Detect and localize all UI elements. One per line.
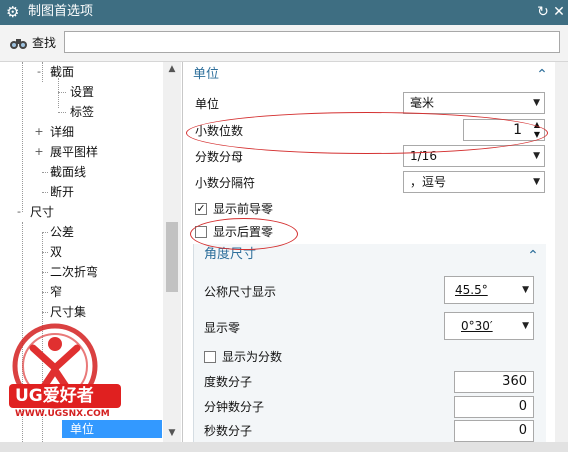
tree-guide-line — [42, 312, 48, 313]
minute-denominator-label: 分钟数分子 — [204, 400, 265, 414]
find-input[interactable] — [64, 31, 560, 53]
tree-item-second-bend[interactable]: 二次折弯 — [50, 262, 98, 282]
tree-item-label: 双 — [50, 245, 63, 259]
decimal-places-highlight — [186, 112, 548, 154]
panel-scrollbar[interactable] — [555, 62, 568, 442]
tree-item-section-line[interactable]: 截面线 — [50, 162, 86, 182]
second-denominator-field[interactable]: 0 — [454, 420, 534, 442]
find-label: 查找 — [32, 36, 57, 50]
title-bar: ⚙ 制图首选项 ↻ ✕ — [0, 0, 568, 25]
expand-icon[interactable]: + — [34, 126, 44, 137]
find-bar: 查找 — [0, 25, 568, 62]
tree-guide-line — [42, 272, 48, 273]
tree-item-dual[interactable]: 双 — [50, 242, 62, 262]
second-denominator-label: 秒数分子 — [204, 424, 253, 438]
tree-item-label: 尺寸集 — [50, 305, 87, 319]
tree-item-label: 设置 — [70, 85, 95, 99]
minute-denominator-field[interactable]: 0 — [454, 396, 534, 418]
scroll-up-icon[interactable]: ▲ — [163, 62, 181, 76]
decimal-separator-dropdown[interactable]: ，逗号 ▼ — [403, 171, 545, 193]
tree-guide-line — [42, 252, 48, 253]
unit-label: 单位 — [195, 97, 220, 111]
show-zero-label: 显示零 — [204, 321, 241, 335]
leading-zero-label: 显示前导零 — [213, 202, 274, 216]
decimal-separator-value: ，逗号 — [410, 175, 447, 189]
leading-zero-checkbox[interactable]: ✓ — [195, 203, 207, 215]
chevron-down-icon: ▼ — [522, 321, 529, 331]
tree-item-narrow[interactable]: 窄 — [50, 282, 62, 302]
trailing-zero-highlight — [190, 218, 298, 250]
tree-guide-line — [58, 112, 66, 113]
tree-item-label: 标签 — [70, 105, 95, 119]
unit-value: 毫米 — [410, 96, 435, 110]
tree-item-label: 公差 — [50, 225, 75, 239]
chevron-down-icon: ▼ — [533, 98, 540, 108]
chevron-down-icon: ▼ — [533, 151, 540, 161]
tree-guide-line — [58, 92, 66, 93]
collapse-caret-icon[interactable]: ⌃ — [535, 68, 549, 82]
ugsnx-watermark: UG爱好者 WWW.UGSNX.COM — [3, 320, 125, 428]
tree-guide-line — [42, 172, 48, 173]
tree-item-settings[interactable]: 设置 — [70, 82, 94, 102]
tree-item-label: 二次折弯 — [50, 265, 99, 279]
degree-denominator-label: 度数分子 — [204, 375, 253, 389]
tree-item-label: 截面 — [50, 65, 75, 79]
chevron-down-icon: ▼ — [522, 285, 529, 295]
decimal-separator-label: 小数分隔符 — [195, 176, 256, 190]
tree-guide-line — [42, 292, 48, 293]
tree-item-dimension-set[interactable]: 尺寸集 — [50, 302, 86, 322]
tree-item-label: 展平图样 — [50, 145, 99, 159]
tree-item-label: 截面线 — [50, 165, 87, 179]
chevron-down-icon: ▼ — [533, 177, 540, 187]
watermark-brand: UG爱好者 — [15, 386, 94, 406]
angle-section: 角度尺寸 ⌃ 公称尺寸显示 45.5° ▼ 显示零 0°30′ ▼ 显示为分数 … — [193, 244, 546, 442]
tree-item-label: 断开 — [50, 185, 75, 199]
tree-guide-line — [42, 232, 48, 233]
unit-dropdown[interactable]: 毫米 ▼ — [403, 92, 545, 114]
nominal-display-label: 公称尺寸显示 — [204, 285, 277, 299]
window-title: 制图首选项 — [28, 4, 94, 19]
gear-icon: ⚙ — [6, 3, 20, 21]
fraction-display-label: 显示为分数 — [222, 350, 283, 364]
nominal-display-dropdown[interactable]: 45.5° ▼ — [444, 276, 534, 304]
expand-icon[interactable]: + — [34, 146, 44, 157]
show-zero-value: 0°30′ — [461, 319, 493, 333]
degree-denominator-field[interactable]: 360 — [454, 371, 534, 393]
binoculars-icon — [8, 36, 30, 50]
scroll-down-icon[interactable]: ▼ — [163, 426, 181, 440]
tree-item-label: 详细 — [50, 125, 75, 139]
tree-item-tolerance[interactable]: 公差 — [50, 222, 74, 242]
collapse-caret-icon[interactable]: ⌃ — [526, 249, 540, 263]
tree-scrollbar[interactable]: ▲ ▼ — [163, 62, 181, 442]
tree-item-label-node[interactable]: 标签 — [70, 102, 94, 122]
bottom-scrollbar[interactable] — [0, 442, 568, 452]
scroll-thumb[interactable] — [166, 222, 178, 292]
tree-guide-line — [42, 192, 48, 193]
fraction-display-checkbox[interactable] — [204, 351, 216, 363]
watermark-url: WWW.UGSNX.COM — [15, 409, 110, 419]
collapse-icon[interactable]: - — [34, 66, 44, 77]
close-icon[interactable]: ✕ — [550, 3, 568, 21]
tree-guide-line — [22, 62, 23, 212]
show-zero-dropdown[interactable]: 0°30′ ▼ — [444, 312, 534, 340]
tree-guide-line — [58, 78, 59, 108]
units-section-header[interactable]: 单位 — [193, 64, 219, 86]
tree-item-break[interactable]: 断开 — [50, 182, 74, 202]
tree-item-label: 尺寸 — [30, 205, 55, 219]
tree-item-label: 窄 — [50, 285, 63, 299]
nominal-display-value: 45.5° — [455, 283, 488, 297]
collapse-icon[interactable]: - — [14, 206, 24, 217]
fraction-denominator-label: 分数分母 — [195, 150, 244, 164]
